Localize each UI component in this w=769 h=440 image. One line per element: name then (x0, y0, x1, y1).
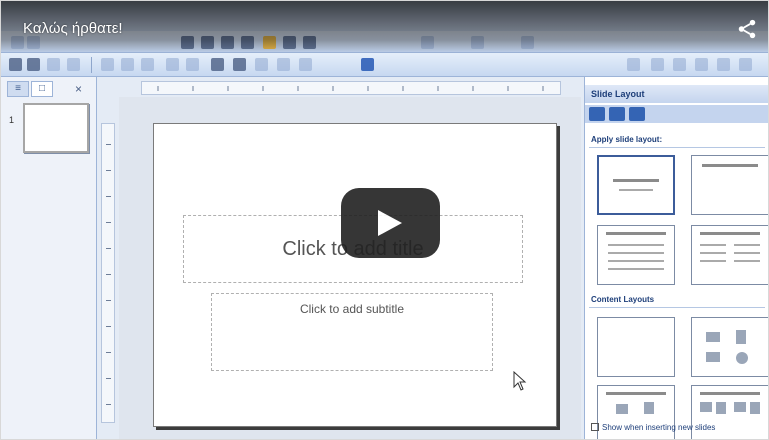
slides-tab[interactable]: □ (31, 81, 53, 97)
section-divider (589, 147, 765, 148)
show-on-insert-option[interactable]: Show when inserting new slides (591, 423, 715, 432)
task-pane-title: Slide Layout (585, 85, 768, 103)
outline-tab[interactable]: ≡ (7, 81, 29, 97)
layout-title-only[interactable] (691, 155, 768, 215)
help-icon[interactable] (361, 58, 374, 71)
section-divider (589, 307, 765, 308)
apply-layout-label: Apply slide layout: (591, 135, 663, 144)
toolbar-icon[interactable] (695, 58, 708, 71)
mouse-cursor-icon (513, 371, 527, 391)
redo-icon[interactable] (186, 58, 199, 71)
content-layouts-label: Content Layouts (591, 295, 655, 304)
new-file-icon[interactable] (9, 58, 22, 71)
print-icon[interactable] (67, 58, 80, 71)
save-icon[interactable] (47, 58, 60, 71)
drawing-icon[interactable] (277, 58, 290, 71)
slide-thumbnail[interactable] (23, 103, 89, 153)
subtitle-placeholder[interactable]: Click to add subtitle (211, 293, 493, 371)
layout-blank[interactable] (597, 317, 675, 377)
table-icon[interactable] (211, 58, 224, 71)
toolbar-separator (91, 57, 92, 73)
open-file-icon[interactable] (27, 58, 40, 71)
layout-two-column-text[interactable] (691, 225, 768, 285)
zoom-icon[interactable] (299, 58, 312, 71)
picture-icon[interactable] (255, 58, 268, 71)
checkbox[interactable] (591, 423, 599, 431)
show-on-insert-label: Show when inserting new slides (602, 423, 716, 432)
pane-tabs: ≡ □ × (3, 81, 95, 97)
forward-icon[interactable] (609, 107, 625, 121)
home-icon[interactable] (629, 107, 645, 121)
video-title-bar: Καλώς ήρθατε! (1, 1, 768, 53)
toolbar-icon[interactable] (673, 58, 686, 71)
close-icon[interactable]: × (75, 82, 82, 96)
layout-title-slide[interactable] (597, 155, 675, 215)
back-icon[interactable] (589, 107, 605, 121)
vertical-ruler (101, 123, 115, 423)
play-button[interactable] (341, 188, 440, 258)
slides-pane: ≡ □ × 1 (1, 77, 97, 439)
horizontal-ruler (141, 81, 561, 95)
toolbar-icon[interactable] (651, 58, 664, 71)
video-title[interactable]: Καλώς ήρθατε! (23, 20, 123, 37)
share-icon[interactable] (736, 18, 758, 40)
toolbar-icon[interactable] (627, 58, 640, 71)
layout-content[interactable] (691, 317, 768, 377)
standard-toolbar (1, 53, 768, 77)
task-pane-nav (585, 105, 768, 123)
toolbar-icon[interactable] (717, 58, 730, 71)
video-player[interactable]: ≡ □ × 1 Click to add title Click to add … (0, 0, 769, 440)
play-icon (378, 210, 402, 236)
chart-icon[interactable] (233, 58, 246, 71)
toolbar-icon[interactable] (739, 58, 752, 71)
undo-icon[interactable] (166, 58, 179, 71)
slide-layout-task-pane: Slide Layout Apply slide layout: Content… (584, 77, 768, 439)
layout-title-and-text[interactable] (597, 225, 675, 285)
cut-icon[interactable] (101, 58, 114, 71)
copy-icon[interactable] (121, 58, 134, 71)
ruler-ticks (157, 86, 544, 91)
paste-icon[interactable] (141, 58, 154, 71)
slide-number: 1 (9, 115, 15, 125)
